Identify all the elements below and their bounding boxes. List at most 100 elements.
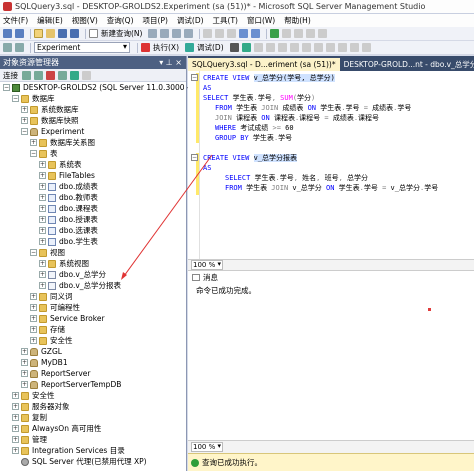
expand-icon[interactable]: + xyxy=(30,293,37,300)
tree-node[interactable]: + GZGL xyxy=(0,346,186,357)
execute-button[interactable]: 执行(X) xyxy=(153,42,179,53)
expand-icon[interactable]: + xyxy=(12,414,19,421)
results-grid-icon[interactable] xyxy=(301,43,311,52)
tab-sqlquery3[interactable]: SQLQuery3.sql - D...eriment (sa (51))* xyxy=(188,58,340,71)
toolbox-icon[interactable] xyxy=(318,29,328,38)
expand-icon[interactable]: + xyxy=(30,337,37,344)
tree-node[interactable]: + dbo.v_总学分报表 xyxy=(0,280,186,291)
results-file-icon[interactable] xyxy=(313,43,323,52)
start-icon[interactable] xyxy=(270,29,280,38)
stop-icon[interactable] xyxy=(229,43,239,52)
collapse-icon[interactable]: − xyxy=(12,95,19,102)
expand-icon[interactable]: + xyxy=(21,348,28,355)
tree-node[interactable]: + dbo.教师表 xyxy=(0,192,186,203)
tree-node[interactable]: + ReportServerTempDB xyxy=(0,379,186,390)
comment-icon[interactable] xyxy=(325,43,335,52)
expand-icon[interactable]: + xyxy=(12,447,19,454)
db-engine-query-icon[interactable] xyxy=(148,29,158,38)
tree-node[interactable]: + 安全性 xyxy=(0,390,186,401)
collapse-icon[interactable]: − xyxy=(30,249,37,256)
tree-node[interactable]: + dbo.课程表 xyxy=(0,203,186,214)
expand-icon[interactable]: + xyxy=(39,282,46,289)
expand-icon[interactable]: + xyxy=(21,106,28,113)
tree-node[interactable]: SQL Server 代理(已禁用代理 XP) xyxy=(0,456,186,467)
tree-node[interactable]: + FileTables xyxy=(0,170,186,181)
change-connection-icon[interactable] xyxy=(15,43,24,52)
tree-node[interactable]: + AlwaysOn 高可用性 xyxy=(0,423,186,434)
tree-node[interactable]: + 安全性 xyxy=(0,335,186,346)
include-plan-icon[interactable] xyxy=(277,43,287,52)
menu-query[interactable]: 查询(Q) xyxy=(107,15,134,26)
tree-node[interactable]: + dbo.成绩表 xyxy=(0,181,186,192)
tree-node[interactable]: + 系统表 xyxy=(0,159,186,170)
expand-icon[interactable]: + xyxy=(39,205,46,212)
find-icon[interactable] xyxy=(282,29,292,38)
expand-icon[interactable]: + xyxy=(39,227,46,234)
expand-icon[interactable]: + xyxy=(21,370,28,377)
menu-view[interactable]: 视图(V) xyxy=(72,15,98,26)
query-editor[interactable]: − − CREATE VIEW v_总学分(学号, 总学分) AS SELECT… xyxy=(188,71,474,259)
undo-icon[interactable] xyxy=(239,29,249,38)
new-query-icon[interactable] xyxy=(89,29,98,38)
collapse-icon[interactable]: − xyxy=(21,128,28,135)
analysis-query-icon[interactable] xyxy=(160,29,170,38)
tree-node[interactable]: + dbo.选课表 xyxy=(0,225,186,236)
fold-toggle[interactable]: − xyxy=(191,154,198,161)
debug-run-icon[interactable] xyxy=(185,43,194,52)
expand-icon[interactable]: + xyxy=(12,436,19,443)
tree-node[interactable]: + MyDB1 xyxy=(0,357,186,368)
outdent-icon[interactable] xyxy=(361,43,371,52)
tree-node[interactable]: + 服务器对象 xyxy=(0,401,186,412)
expand-icon[interactable]: + xyxy=(30,139,37,146)
parse-icon[interactable] xyxy=(241,43,251,52)
tree-node[interactable]: − DESKTOP-GROLDS2 (SQL Server 11.0.3000 -… xyxy=(0,82,201,93)
tree-node[interactable]: + 复制 xyxy=(0,412,186,423)
expand-icon[interactable]: + xyxy=(21,359,28,366)
expand-icon[interactable]: + xyxy=(39,260,46,267)
expand-icon[interactable]: + xyxy=(12,392,19,399)
menu-debug[interactable]: 调试(D) xyxy=(177,15,204,26)
tree-node[interactable]: − Experiment xyxy=(0,126,186,137)
tab-view-designer[interactable]: DESKTOP-GROLD...nt - dbo.v_总学分* xyxy=(340,58,474,71)
tree-node[interactable]: + ReportServer xyxy=(0,368,186,379)
tree-node[interactable]: + 数据库快照 xyxy=(0,115,186,126)
messages-tab[interactable]: 消息 xyxy=(203,272,218,283)
fold-toggle[interactable]: − xyxy=(191,74,198,81)
filter-icon[interactable] xyxy=(58,70,67,80)
tree-node[interactable]: + 系统数据库 xyxy=(0,104,186,115)
results-zoom-select[interactable]: 100 % xyxy=(191,442,223,452)
debug-button[interactable]: 调试(D) xyxy=(197,42,224,53)
editor-zoom-select[interactable]: 100 % xyxy=(191,260,223,270)
expand-icon[interactable]: + xyxy=(39,271,46,278)
redo-icon[interactable] xyxy=(251,29,261,38)
display-plan-icon[interactable] xyxy=(253,43,263,52)
menu-file[interactable]: 文件(F) xyxy=(3,15,28,26)
forward-icon[interactable] xyxy=(15,29,24,38)
expand-icon[interactable]: + xyxy=(30,326,37,333)
tree-node[interactable]: + Integration Services 目录 xyxy=(0,445,186,456)
tree-node[interactable]: − 数据库 xyxy=(0,93,186,104)
summary-icon[interactable] xyxy=(82,70,91,80)
expand-icon[interactable]: + xyxy=(30,315,37,322)
uncomment-icon[interactable] xyxy=(337,43,347,52)
menu-edit[interactable]: 编辑(E) xyxy=(37,15,63,26)
tree-node[interactable]: + 系统视图 xyxy=(0,258,186,269)
pin-icon[interactable]: ▾ ⊥ × xyxy=(159,56,182,69)
object-explorer-icon[interactable] xyxy=(306,29,316,38)
tree-node[interactable]: + Service Broker xyxy=(0,313,186,324)
tree-node[interactable]: + 管理 xyxy=(0,434,186,445)
expand-icon[interactable]: + xyxy=(39,238,46,245)
results-text-icon[interactable] xyxy=(289,43,299,52)
expand-icon[interactable]: + xyxy=(30,304,37,311)
indent-icon[interactable] xyxy=(349,43,359,52)
tree-node[interactable]: + dbo.学生表 xyxy=(0,236,186,247)
database-select[interactable]: Experiment xyxy=(34,42,130,53)
new-query-button[interactable]: 新建查询(N) xyxy=(101,28,142,39)
menu-project[interactable]: 项目(P) xyxy=(143,15,168,26)
tree-node[interactable]: + 可编程性 xyxy=(0,302,186,313)
back-icon[interactable] xyxy=(3,29,12,38)
mdx-query-icon[interactable] xyxy=(172,29,182,38)
expand-icon[interactable]: + xyxy=(39,194,46,201)
paste-icon[interactable] xyxy=(227,29,237,38)
disconnect-icon[interactable] xyxy=(34,70,43,80)
